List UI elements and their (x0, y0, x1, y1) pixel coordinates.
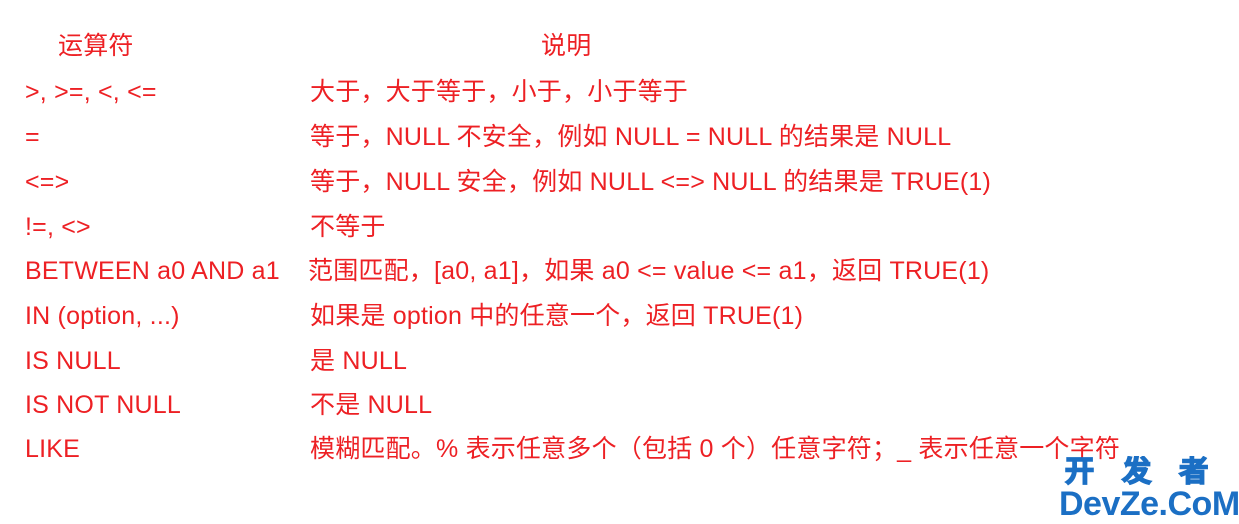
row-operator: IS NOT NULL (25, 391, 181, 419)
row-operator: IS NULL (25, 347, 121, 375)
row-description: 不等于 (310, 213, 386, 241)
row-operator: = (25, 123, 40, 151)
row-description: 等于，NULL 不安全，例如 NULL = NULL 的结果是 NULL (310, 123, 952, 151)
table-row: <=> 等于，NULL 安全，例如 NULL <=> NULL 的结果是 TRU… (0, 160, 1239, 204)
row-description: 不是 NULL (310, 391, 433, 419)
comparison-operators-table: 运算符 说明 >, >=, <, <= 大于，大于等于，小于，小于等于 = 等于… (0, 0, 1239, 524)
table-row: LIKE 模糊匹配。% 表示任意多个（包括 0 个）任意字符；_ 表示任意一个字… (0, 427, 1239, 471)
row-operator: !=, <> (25, 213, 91, 241)
table-row: IN (option, ...) 如果是 option 中的任意一个，返回 TR… (0, 294, 1239, 338)
row-description: 如果是 option 中的任意一个，返回 TRUE(1) (310, 302, 804, 330)
table-row: BETWEEN a0 AND a1 范围匹配，[a0, a1]，如果 a0 <=… (0, 249, 1239, 293)
row-operator: <=> (25, 168, 70, 196)
header-description: 说明 (541, 32, 592, 60)
row-operator: >, >=, <, <= (25, 78, 157, 106)
table-row: !=, <> 不等于 (0, 205, 1239, 249)
table-row: IS NOT NULL 不是 NULL (0, 383, 1239, 427)
row-operator: BETWEEN a0 AND a1 (25, 257, 280, 285)
header-operator: 运算符 (58, 32, 134, 60)
table-row: >, >=, <, <= 大于，大于等于，小于，小于等于 (0, 70, 1239, 114)
row-description: 范围匹配，[a0, a1]，如果 a0 <= value <= a1，返回 TR… (308, 257, 990, 285)
table-row: = 等于，NULL 不安全，例如 NULL = NULL 的结果是 NULL (0, 115, 1239, 159)
row-description: 模糊匹配。% 表示任意多个（包括 0 个）任意字符；_ 表示任意一个字符 (310, 435, 1121, 463)
row-description: 等于，NULL 安全，例如 NULL <=> NULL 的结果是 TRUE(1) (310, 168, 992, 196)
row-operator: IN (option, ...) (25, 302, 180, 330)
row-description: 大于，大于等于，小于，小于等于 (310, 78, 689, 106)
table-row: IS NULL 是 NULL (0, 339, 1239, 383)
table-header-row: 运算符 说明 (0, 24, 1239, 68)
row-operator: LIKE (25, 435, 80, 463)
row-description: 是 NULL (310, 347, 408, 375)
